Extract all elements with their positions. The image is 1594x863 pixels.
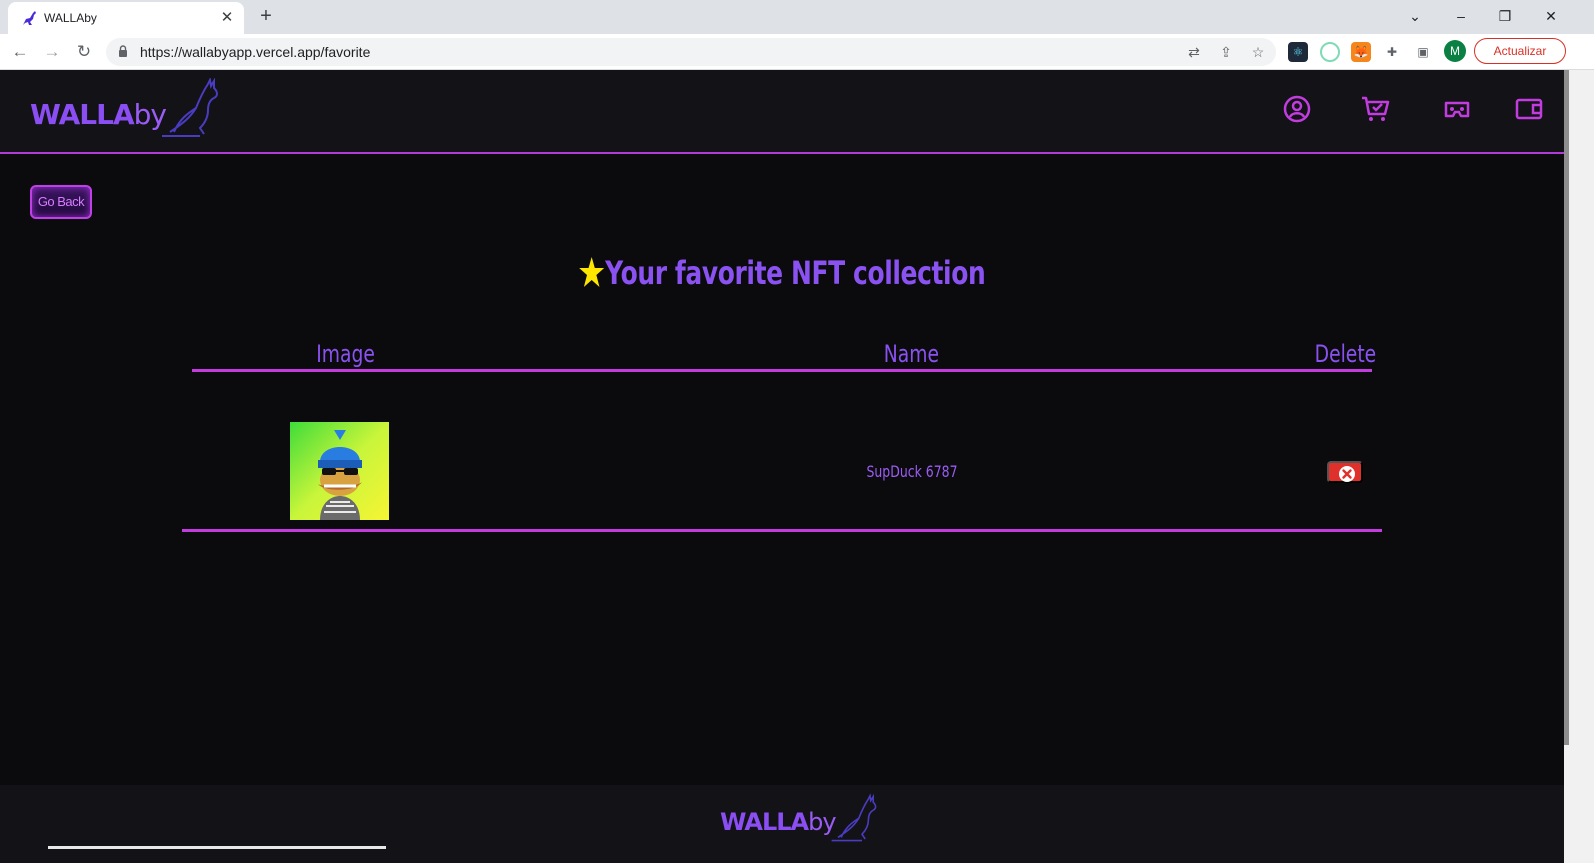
kangaroo-favicon-icon xyxy=(23,11,36,25)
column-header-name: Name xyxy=(883,340,940,368)
header-divider xyxy=(192,369,1372,372)
restore-window-button[interactable]: ❐ xyxy=(1490,4,1520,28)
reload-icon[interactable]: ↻ xyxy=(72,40,96,64)
metamask-fox-icon[interactable]: 🦊 xyxy=(1351,42,1371,62)
browser-tabstrip: WALLAby ✕ + ⌄ – ❐ ✕ xyxy=(0,0,1594,34)
nft-thumbnail-image[interactable] xyxy=(290,422,389,520)
bottom-overlay-strip xyxy=(48,846,386,849)
site-header: WALLAby xyxy=(0,70,1564,154)
close-window-button[interactable]: ✕ xyxy=(1536,4,1566,28)
url-text: https://wallabyapp.vercel.app/favorite xyxy=(140,44,371,60)
new-tab-button[interactable]: + xyxy=(254,5,278,29)
page-scrollbar[interactable] xyxy=(1564,70,1594,863)
footer-kangaroo-logo-icon xyxy=(831,793,876,842)
logo-walla-text: WALLA xyxy=(30,98,135,131)
delete-favorite-button[interactable] xyxy=(1327,461,1363,483)
footer-logo-walla-text: WALLA xyxy=(720,808,809,836)
nft-name: SupDuck 6787 xyxy=(866,462,958,481)
minimize-window-button[interactable]: – xyxy=(1446,4,1476,28)
browser-tab-active[interactable]: WALLAby ✕ xyxy=(8,2,244,34)
forward-arrow-icon[interactable]: → xyxy=(40,40,64,64)
row-divider xyxy=(182,529,1382,532)
page-title: Your favorite NFT collection xyxy=(172,254,1392,292)
footer-wallaby-logo[interactable]: WALLAby xyxy=(720,793,886,845)
react-devtools-extension-icon[interactable]: ⚛ xyxy=(1288,42,1308,62)
site-footer: WALLAby xyxy=(0,785,1564,863)
extensions-puzzle-icon[interactable]: ✚ xyxy=(1382,42,1402,62)
user-circle-icon[interactable] xyxy=(1282,94,1312,124)
column-header-image: Image xyxy=(316,340,375,368)
wallaby-logo[interactable]: WALLAby xyxy=(30,78,230,140)
bookmark-star-icon[interactable]: ☆ xyxy=(1248,42,1268,62)
kangaroo-logo-icon xyxy=(162,78,218,137)
profile-avatar[interactable]: M xyxy=(1444,40,1466,62)
circle-extension-icon[interactable] xyxy=(1320,42,1340,62)
update-chrome-button[interactable]: Actualizar xyxy=(1474,38,1566,64)
go-back-button[interactable]: Go Back xyxy=(30,185,92,219)
share-icon[interactable]: ⇪ xyxy=(1216,42,1236,62)
back-arrow-icon[interactable]: ← xyxy=(8,40,32,64)
wallet-icon[interactable] xyxy=(1514,94,1544,124)
translate-icon[interactable]: ⇄ xyxy=(1184,42,1204,62)
close-circle-icon xyxy=(1339,466,1355,482)
side-panel-icon[interactable]: ▣ xyxy=(1413,42,1433,62)
tab-search-chevron-icon[interactable]: ⌄ xyxy=(1400,4,1430,28)
scrollbar-thumb[interactable] xyxy=(1564,70,1569,745)
page-title-text: Your favorite NFT collection xyxy=(605,254,986,292)
vr-headset-icon[interactable] xyxy=(1442,94,1472,124)
cart-check-icon[interactable] xyxy=(1360,94,1390,124)
address-bar[interactable]: https://wallabyapp.vercel.app/favorite ⇄… xyxy=(106,38,1276,66)
lock-icon xyxy=(119,45,127,57)
column-header-delete: Delete xyxy=(1314,340,1377,368)
tab-close-icon[interactable]: ✕ xyxy=(218,9,236,27)
star-icon xyxy=(579,257,605,287)
tab-title: WALLAby xyxy=(44,11,97,25)
page-content: WALLAby Go Back Your favorite NFT collec… xyxy=(0,70,1564,863)
